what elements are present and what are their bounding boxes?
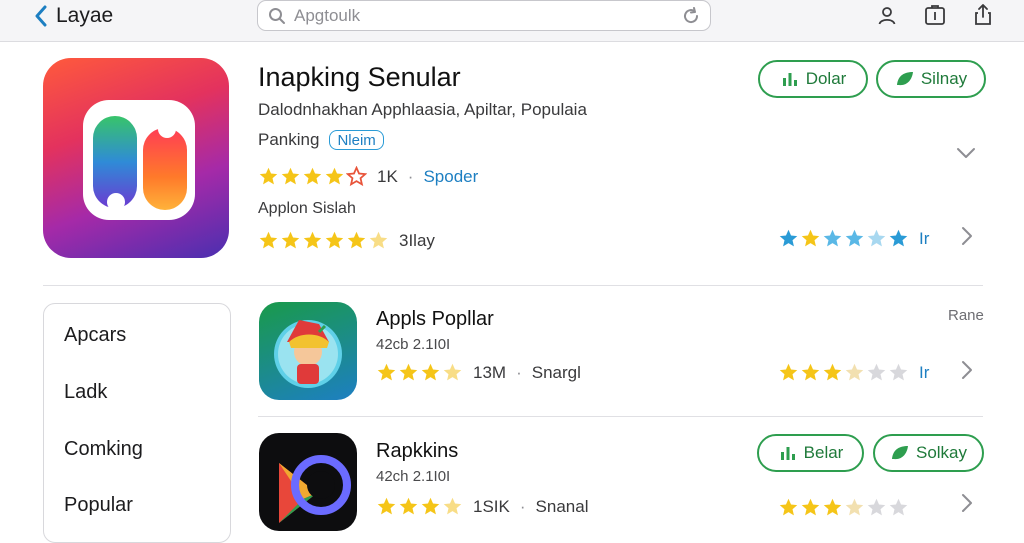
right-rating-label: Ir bbox=[919, 228, 930, 248]
rating-value: 3Ilay bbox=[399, 230, 435, 250]
star-rating bbox=[778, 497, 909, 518]
menu-item-apcars[interactable]: Apcars bbox=[64, 324, 126, 347]
chevron-right-icon[interactable] bbox=[956, 225, 978, 247]
rating-count: 13M bbox=[473, 362, 507, 382]
star-rating bbox=[778, 228, 909, 249]
search-bar[interactable] bbox=[257, 0, 711, 31]
menu-item-ladk[interactable]: Ladk bbox=[64, 381, 107, 404]
featured-rating: 1K · Spoder bbox=[258, 166, 478, 187]
library-icon[interactable] bbox=[924, 4, 946, 26]
solkay-label: Solkay bbox=[915, 443, 968, 462]
chevron-right-icon[interactable] bbox=[956, 492, 978, 514]
featured-app-icon[interactable] bbox=[43, 58, 229, 258]
featured-app-rank: Panking Nleim bbox=[258, 130, 384, 150]
chart-icon bbox=[780, 447, 795, 460]
chart-icon bbox=[782, 73, 797, 86]
solkay-button[interactable]: Solkay bbox=[873, 434, 984, 472]
rank-badge: Nleim bbox=[329, 130, 384, 150]
back-label: Layae bbox=[56, 4, 114, 27]
belar-label: Belar bbox=[803, 443, 844, 462]
hero-right-rating: Ir bbox=[778, 228, 929, 249]
app-tag: Snargl bbox=[531, 362, 581, 382]
app-title[interactable]: Appls Popllar bbox=[376, 308, 494, 331]
hero-dolar-button[interactable]: Dolar bbox=[758, 60, 868, 98]
row-divider bbox=[258, 416, 983, 417]
top-actions bbox=[876, 4, 994, 26]
star-rating bbox=[258, 166, 367, 187]
category-menu: Apcars Ladk Comking Popular bbox=[43, 303, 231, 543]
separator: · bbox=[516, 362, 522, 382]
section-divider bbox=[43, 285, 983, 286]
top-bar: Layae bbox=[0, 0, 1024, 42]
back-button[interactable]: Layae bbox=[34, 4, 113, 28]
hero-dolar-label: Dolar bbox=[805, 69, 847, 88]
app-tag: Snanal bbox=[535, 496, 589, 516]
featured-rating-secondary: 3Ilay bbox=[258, 230, 435, 251]
app-right-rating: Ir bbox=[778, 362, 929, 383]
app-rating: 1SIK · Snanal bbox=[376, 496, 588, 517]
right-rating-label: Ir bbox=[919, 362, 930, 382]
app-title[interactable]: Rapkkins bbox=[376, 440, 458, 463]
developer-link[interactable]: Spoder bbox=[423, 167, 478, 187]
chevron-down-icon[interactable] bbox=[955, 142, 977, 164]
account-icon[interactable] bbox=[876, 4, 898, 26]
chevron-right-icon[interactable] bbox=[956, 359, 978, 381]
belar-button[interactable]: Belar bbox=[757, 434, 864, 472]
chevron-left-icon bbox=[35, 5, 47, 27]
refresh-icon[interactable] bbox=[682, 6, 700, 25]
search-icon bbox=[269, 7, 285, 24]
separator: · bbox=[407, 166, 414, 186]
menu-item-popular[interactable]: Popular bbox=[64, 494, 133, 517]
hero-silnay-label: Silnay bbox=[920, 69, 968, 88]
menu-item-comking[interactable]: Comking bbox=[64, 438, 143, 461]
leaf-icon bbox=[891, 446, 908, 460]
app-icon-rapkkins[interactable] bbox=[259, 433, 357, 531]
app-right-rating bbox=[778, 497, 909, 518]
search-input[interactable] bbox=[294, 5, 682, 26]
leaf-icon bbox=[896, 72, 913, 86]
separator: · bbox=[519, 496, 526, 516]
star-rating bbox=[778, 362, 909, 383]
featured-app-subtitle: Dalodnhakhan Apphlaasia, Apiltar, Popula… bbox=[258, 100, 587, 119]
star-rating bbox=[376, 362, 463, 383]
share-icon[interactable] bbox=[972, 4, 994, 26]
hero-silnay-button[interactable]: Silnay bbox=[876, 60, 986, 98]
app-meta: 42ch 2.1I0I bbox=[376, 468, 451, 485]
rating-count: 1K bbox=[377, 166, 398, 186]
star-rating bbox=[258, 230, 389, 251]
star-rating bbox=[376, 496, 463, 517]
app-meta: 42cb 2.1I0I bbox=[376, 336, 451, 353]
section-right-label: Rane bbox=[948, 307, 984, 324]
featured-caption: Applon Sislah bbox=[258, 200, 356, 217]
rank-label: Panking bbox=[258, 130, 320, 149]
rating-count: 1SIK bbox=[473, 496, 510, 516]
app-icon-appls-popllar[interactable] bbox=[259, 302, 357, 400]
featured-app-title[interactable]: Inapking Senular bbox=[258, 62, 461, 93]
app-rating: 13M · Snargl bbox=[376, 362, 581, 383]
